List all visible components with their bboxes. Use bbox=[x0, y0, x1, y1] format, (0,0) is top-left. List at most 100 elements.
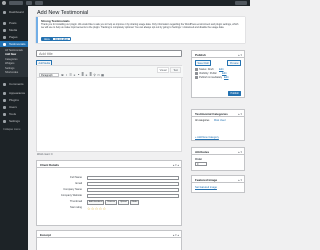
media-button[interactable]: Media bbox=[129, 200, 140, 205]
sidebar-item-media[interactable]: Media bbox=[0, 27, 28, 33]
decline-tracking-button[interactable]: Do not allow bbox=[52, 37, 72, 41]
admin-bar-comments[interactable] bbox=[26, 1, 32, 5]
save-draft-button[interactable]: Save Draft bbox=[195, 60, 212, 66]
thumbnail-buttons: Add thumbnail Remove Upload Media bbox=[87, 200, 140, 205]
submenu-shortcodes[interactable]: Shortcodes bbox=[5, 71, 18, 74]
publish-button[interactable]: Publish bbox=[228, 91, 241, 96]
post-status: Status: Draft bbox=[199, 68, 214, 71]
tab-visual[interactable]: Visual bbox=[156, 67, 170, 73]
order-input[interactable]: 0 bbox=[195, 162, 207, 166]
admin-bar-site-name[interactable] bbox=[9, 1, 23, 5]
allow-tracking-button[interactable]: Allow bbox=[41, 37, 53, 41]
sidebar-item-tools[interactable]: Tools bbox=[0, 111, 28, 117]
align-left-icon[interactable]: ≣ bbox=[81, 73, 84, 77]
tab-most-used[interactable]: Most Used bbox=[214, 119, 225, 122]
sidebar-item-settings[interactable]: Settings bbox=[0, 118, 28, 124]
categories-header[interactable]: Testimonial Categories ▴ ▾ bbox=[192, 110, 244, 117]
notice-body: Thank you for installing our plugin. We … bbox=[41, 23, 239, 30]
preview-button[interactable]: Preview bbox=[227, 60, 241, 66]
publish-title: Publish bbox=[195, 52, 206, 57]
email-input[interactable] bbox=[87, 182, 179, 186]
collapse-menu-button[interactable]: Collapse menu bbox=[3, 128, 20, 131]
full-name-row: Full Name bbox=[37, 176, 182, 180]
box-reorder-icon[interactable]: ▴ ▾ ▴ bbox=[173, 163, 179, 167]
submenu-all-testimonials[interactable]: All Testimonials bbox=[5, 49, 23, 52]
post-visibility: Visibility: Public bbox=[199, 72, 217, 75]
attributes-header[interactable]: Attributes ▴ ▾ bbox=[192, 148, 244, 155]
read-more-icon[interactable]: ▭ bbox=[97, 73, 100, 77]
italic-icon[interactable]: I bbox=[65, 73, 68, 77]
tab-text[interactable]: Text bbox=[170, 67, 181, 73]
bold-icon[interactable]: B bbox=[61, 73, 64, 77]
remove-thumbnail-button[interactable]: Remove bbox=[105, 200, 118, 205]
client-details-header[interactable]: Client Details ▴ ▾ ▴ bbox=[37, 161, 181, 168]
excerpt-header[interactable]: Excerpt ▴ ▾ ▴ bbox=[37, 231, 181, 238]
wrench-icon bbox=[3, 112, 6, 116]
admin-bar-new[interactable] bbox=[35, 1, 43, 5]
publish-header[interactable]: Publish ▴ ▾ bbox=[192, 51, 244, 58]
company-name-input[interactable] bbox=[87, 188, 179, 192]
add-thumbnail-button[interactable]: Add thumbnail bbox=[87, 200, 105, 205]
calendar-icon bbox=[195, 76, 198, 79]
star-rating-input[interactable]: ☆☆☆☆☆ bbox=[87, 206, 106, 211]
numbered-list-icon[interactable]: ≡ bbox=[73, 73, 76, 77]
align-center-icon[interactable]: ≡ bbox=[85, 73, 88, 77]
usage-tracking-notice: Strong Testimonials Thank you for instal… bbox=[36, 17, 245, 43]
sidebar-item-dashboard[interactable]: Dashboard bbox=[0, 9, 28, 15]
align-right-icon[interactable]: ≣ bbox=[89, 73, 92, 77]
pin-icon bbox=[3, 21, 6, 25]
box-reorder-icon[interactable]: ▴ ▾ ▴ bbox=[173, 233, 179, 237]
company-name-row: Company Name bbox=[37, 188, 182, 192]
settings-icon bbox=[3, 119, 6, 123]
word-count: Word count: 0 bbox=[37, 153, 53, 156]
attributes-title: Attributes bbox=[195, 149, 210, 154]
box-reorder-icon[interactable]: ▴ ▾ bbox=[238, 112, 242, 116]
comment-icon bbox=[3, 82, 6, 86]
sidebar-item-plugins[interactable]: Plugins bbox=[0, 97, 28, 103]
blockquote-icon[interactable]: ❝ bbox=[77, 73, 80, 77]
admin-bar-account[interactable] bbox=[235, 1, 247, 5]
testimonial-title-input[interactable] bbox=[36, 50, 182, 57]
thumbnail-row: Thumbnail Add thumbnail Remove Upload Me… bbox=[69, 200, 140, 205]
sidebar-item-comments[interactable]: Comments bbox=[0, 81, 28, 87]
sidebar-item-users[interactable]: Users bbox=[0, 104, 28, 110]
add-new-category-link[interactable]: + Add New Category bbox=[195, 136, 219, 139]
tab-all-categories[interactable]: All categories bbox=[195, 119, 209, 122]
company-website-input[interactable] bbox=[87, 194, 179, 198]
edit-time-link[interactable]: Edit bbox=[224, 76, 228, 79]
testimonial-icon bbox=[3, 42, 6, 46]
client-details-box: Client Details ▴ ▾ ▴ Full Name Email Com… bbox=[36, 160, 182, 226]
page-title: Add New Testimonial bbox=[37, 10, 89, 16]
sidebar-item-appearance[interactable]: Appearance bbox=[0, 90, 28, 96]
submenu-widgets[interactable]: Widgets bbox=[5, 62, 14, 65]
categories-title: Testimonial Categories bbox=[195, 111, 228, 116]
submenu-add-new[interactable]: Add New bbox=[5, 53, 16, 56]
featured-image-title: Featured image bbox=[195, 177, 218, 182]
users-icon bbox=[3, 105, 6, 109]
submenu-categories[interactable]: Categories bbox=[5, 58, 18, 61]
content-editor: Visual Text Paragraph B I ☰ ≡ ❝ ≣ ≡ ≣ ⚲ … bbox=[36, 65, 183, 152]
sidebar-item-posts[interactable]: Posts bbox=[0, 20, 28, 26]
set-featured-image-link[interactable]: Set featured image bbox=[195, 186, 217, 189]
excerpt-title: Excerpt bbox=[40, 232, 52, 237]
company-website-row: Company Website bbox=[37, 194, 182, 198]
upload-button[interactable]: Upload bbox=[118, 200, 129, 205]
plugin-icon bbox=[3, 98, 6, 102]
toolbar-toggle-icon[interactable]: ▦ bbox=[101, 73, 104, 77]
box-reorder-icon[interactable]: ▴ ▾ bbox=[238, 178, 242, 182]
featured-image-header[interactable]: Featured image ▴ ▾ bbox=[192, 176, 244, 183]
box-reorder-icon[interactable]: ▴ ▾ bbox=[238, 150, 242, 154]
link-icon[interactable]: ⚲ bbox=[93, 73, 96, 77]
sidebar-item-pages[interactable]: Pages bbox=[0, 34, 28, 40]
edit-status-link[interactable]: Edit bbox=[219, 68, 223, 71]
order-label: Order bbox=[195, 158, 203, 161]
media-icon bbox=[3, 28, 6, 32]
edit-visibility-link[interactable]: Edit bbox=[222, 72, 226, 75]
wordpress-logo-icon[interactable] bbox=[2, 1, 6, 5]
box-reorder-icon[interactable]: ▴ ▾ bbox=[238, 53, 242, 57]
bullet-list-icon[interactable]: ☰ bbox=[69, 73, 72, 77]
paragraph-format-select[interactable]: Paragraph bbox=[39, 73, 59, 77]
submenu-settings[interactable]: Settings bbox=[5, 67, 14, 70]
full-name-input[interactable] bbox=[87, 176, 179, 180]
attributes-box: Attributes ▴ ▾ Order 0 bbox=[191, 147, 245, 171]
